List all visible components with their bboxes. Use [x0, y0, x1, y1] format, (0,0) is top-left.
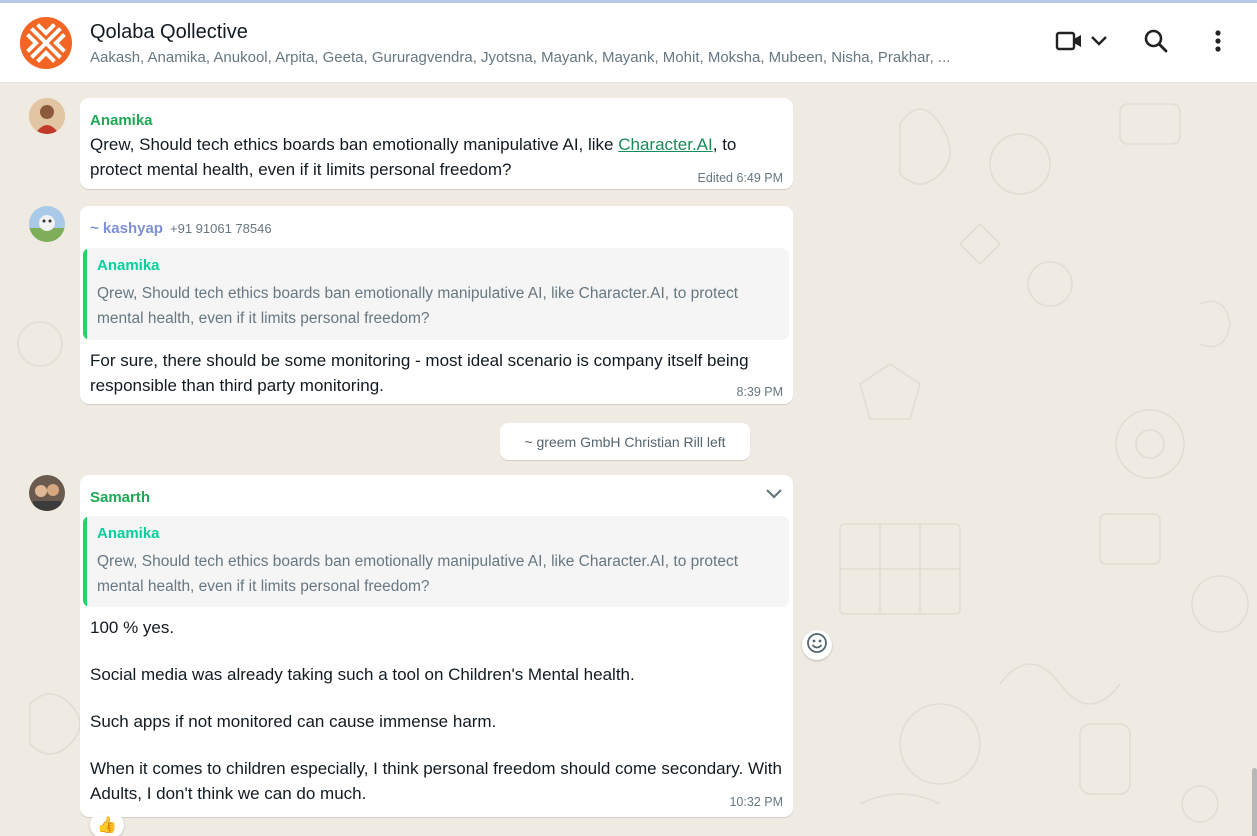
video-call-button[interactable]: [1050, 27, 1112, 59]
message-paragraph: Social media was already taking such a t…: [90, 665, 635, 684]
message-timestamp: 10:32 PM: [729, 795, 783, 809]
quote-sender: Anamika: [97, 525, 160, 542]
group-members-list[interactable]: Aakash, Anamika, Anukool, Arpita, Geeta,…: [90, 49, 1010, 66]
sender-phone: +91 91061 78546: [170, 221, 272, 236]
quote-sender: Anamika: [97, 257, 160, 274]
quote-accent-bar: [83, 516, 87, 607]
quote-text: Qrew, Should tech ethics boards ban emot…: [97, 285, 739, 327]
message-bubble[interactable]: ~ kashyap +91 91061 78546 Anamika Qrew, …: [80, 206, 793, 404]
message-timestamp: 8:39 PM: [736, 385, 783, 399]
sender-name[interactable]: Samarth: [90, 489, 150, 506]
chat-panel: Anamika Qrew, Should tech ethics boards …: [0, 84, 1257, 836]
search-button[interactable]: [1140, 27, 1172, 59]
sender-name[interactable]: ~ kashyap: [90, 220, 163, 237]
message-text-part: Qrew, Should tech ethics boards ban emot…: [90, 135, 619, 154]
sender-avatar-kashyap[interactable]: [29, 206, 65, 242]
message-options-button[interactable]: [765, 487, 783, 505]
message-reaction[interactable]: 👍: [90, 812, 124, 836]
react-button[interactable]: [802, 630, 832, 660]
quoted-message[interactable]: Anamika Qrew, Should tech ethics boards …: [83, 248, 789, 340]
message-text: Qrew, Should tech ethics boards ban emot…: [90, 133, 780, 182]
message-bubble[interactable]: Anamika Qrew, Should tech ethics boards …: [80, 98, 793, 189]
search-icon: [1143, 28, 1169, 59]
quoted-message[interactable]: Anamika Qrew, Should tech ethics boards …: [83, 516, 789, 607]
group-title[interactable]: Qolaba Qollective: [90, 21, 248, 44]
chat-scrollbar[interactable]: [1252, 768, 1257, 836]
quote-text: Qrew, Should tech ethics boards ban emot…: [97, 553, 739, 595]
message-text: 100 % yes. Social media was already taki…: [90, 616, 785, 806]
sender-name[interactable]: Anamika: [90, 112, 153, 129]
message-text: For sure, there should be some monitorin…: [90, 351, 749, 395]
system-message: ~ greem GmbH Christian Rill left: [500, 423, 750, 460]
sender-avatar-anamika[interactable]: [29, 98, 65, 134]
menu-button[interactable]: [1204, 27, 1232, 59]
emoji-react-icon: [806, 632, 828, 659]
message-paragraph: Such apps if not monitored can cause imm…: [90, 712, 497, 731]
sender-avatar-samarth[interactable]: [29, 475, 65, 511]
message-paragraph: When it comes to children especially, I …: [90, 759, 782, 803]
quote-accent-bar: [83, 248, 87, 340]
chat-header: Qolaba Qollective Aakash, Anamika, Anuko…: [0, 3, 1257, 83]
message-paragraph: 100 % yes.: [90, 618, 175, 637]
message-bubble[interactable]: Samarth Anamika Qrew, Should tech ethics…: [80, 475, 793, 817]
chevron-down-icon: [1090, 34, 1108, 52]
message-timestamp: Edited 6:49 PM: [697, 171, 783, 185]
chevron-down-icon: [765, 487, 783, 504]
group-avatar-logo[interactable]: [20, 17, 72, 69]
video-call-icon: [1054, 29, 1084, 58]
message-link[interactable]: Character.AI: [618, 135, 713, 154]
more-vert-icon: [1214, 29, 1222, 58]
